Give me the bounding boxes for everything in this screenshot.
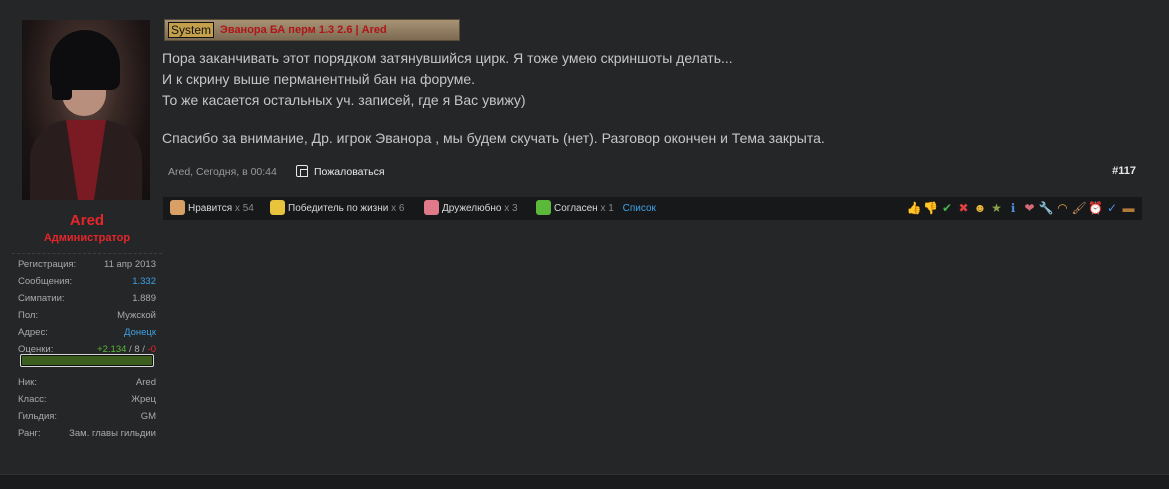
info-icon[interactable]: ℹ xyxy=(1006,201,1021,216)
stat-label: Адрес: xyxy=(18,327,48,338)
message-line: Пора заканчивать этот порядком затянувши… xyxy=(162,50,733,66)
user-title: Администратор xyxy=(43,232,131,244)
char-nick: Ник: Ared xyxy=(18,374,156,391)
char-guild: Гильдия: GM xyxy=(18,408,156,425)
char-class: Класс: Жрец xyxy=(18,391,156,408)
medal-icon[interactable]: ★ xyxy=(989,201,1004,216)
smiley-icon[interactable]: ☻ xyxy=(973,201,988,216)
stat-likes: Симпатии: 1.889 xyxy=(18,290,156,307)
checkmark-icon[interactable]: ✔ xyxy=(940,201,955,216)
stat-label: Симпатии: xyxy=(18,293,65,304)
chest-icon[interactable]: ▬ xyxy=(1121,201,1136,216)
heart-icon xyxy=(424,200,439,215)
stat-messages: Сообщения: 1.332 xyxy=(18,273,156,290)
rainbow-icon[interactable]: ◠ xyxy=(1055,201,1070,216)
reputation-bar-fill xyxy=(22,356,152,365)
like-summary-winner[interactable]: Победитель по жизни x 6 xyxy=(270,197,405,220)
cross-icon[interactable]: ✖ xyxy=(956,201,971,216)
avatar[interactable] xyxy=(22,20,150,200)
like-label: Дружелюбно xyxy=(442,203,502,214)
brush-icon[interactable]: 🖌 xyxy=(1072,201,1087,216)
report-icon xyxy=(296,165,308,177)
checkmark-icon xyxy=(536,200,551,215)
stat-registration: Регистрация: 11 апр 2013 xyxy=(18,256,156,273)
check-mark-blue-icon[interactable]: ✓ xyxy=(1105,201,1120,216)
thread-title[interactable]: Эванора БА перм 1.3 2.6 | Ared xyxy=(220,23,387,37)
stat-address: Адрес: Донецк xyxy=(18,324,156,341)
stat-value: 11 апр 2013 xyxy=(104,259,156,270)
stat-label: Регистрация: xyxy=(18,259,77,270)
report-button[interactable]: Пожаловаться xyxy=(296,164,385,180)
post-number[interactable]: #117 xyxy=(1112,165,1136,177)
post-meta[interactable]: Ared, Сегодня, в 00:44 xyxy=(168,165,277,179)
address-link[interactable]: Донецк xyxy=(124,324,156,341)
message-line: Спасибо за внимание, Др. игрок Эванора ,… xyxy=(162,130,825,146)
message-line: И к скрину выше перманентный бан на фору… xyxy=(162,71,476,87)
like-summary-likes[interactable]: Нравится x 54 xyxy=(170,197,254,220)
footer-bar xyxy=(0,474,1169,489)
like-summary-agree[interactable]: Согласен x 1 Список xyxy=(536,197,656,220)
stat-value: GM xyxy=(140,411,156,422)
thread-prefix[interactable]: System xyxy=(168,22,215,38)
like-label: Согласен xyxy=(554,203,598,214)
stat-value: Жрец xyxy=(131,394,156,405)
like-count: x 3 xyxy=(504,203,518,214)
stat-label: Сообщения: xyxy=(18,276,73,287)
stat-label: Ник: xyxy=(18,377,37,388)
stat-label: Класс: xyxy=(18,394,47,405)
thumbs-down-icon[interactable]: 👎 xyxy=(923,201,938,216)
like-count: x 6 xyxy=(391,203,405,214)
thumbs-up-icon[interactable]: 👍 xyxy=(907,201,922,216)
stat-value: 1.889 xyxy=(132,293,156,304)
messages-link[interactable]: 1.332 xyxy=(132,273,156,290)
like-label: Нравится xyxy=(188,203,233,214)
likes-bar: Нравится x 54 Победитель по жизни x 6 Др… xyxy=(163,197,1142,220)
heart-icon[interactable]: ❤ xyxy=(1022,201,1037,216)
username[interactable]: Ared xyxy=(12,212,162,229)
thread-title-banner: System Эванора БА перм 1.3 2.6 | Ared xyxy=(164,19,460,41)
stat-label: Гильдия: xyxy=(18,411,58,422)
wrench-icon[interactable]: 🔧 xyxy=(1039,201,1054,216)
like-count: x 1 xyxy=(600,203,614,214)
stat-value: Зам. главы гильдии xyxy=(69,428,156,439)
reputation-bar xyxy=(20,354,154,367)
rating-buttons: 👍 👎 ✔ ✖ ☻ ★ ℹ ❤ 🔧 ◠ 🖌⏰ ✓ ▬ xyxy=(905,201,1136,217)
divider xyxy=(12,253,162,254)
like-summary-friendly[interactable]: Дружелюбно x 3 xyxy=(424,197,518,220)
alarm-clock-icon[interactable]: ⏰ xyxy=(1088,201,1103,216)
stat-value: Мужской xyxy=(117,310,156,321)
message-line: То же касается остальных уч. записей, гд… xyxy=(162,92,526,108)
stat-label: Пол: xyxy=(18,310,39,321)
thumbs-up-icon xyxy=(170,200,185,215)
like-label: Победитель по жизни xyxy=(288,203,389,214)
star-icon xyxy=(270,200,285,215)
stat-gender: Пол: Мужской xyxy=(18,307,156,324)
stat-value: Ared xyxy=(135,377,156,388)
char-rank: Ранг: Зам. главы гильдии xyxy=(18,425,156,442)
likes-list-link[interactable]: Список xyxy=(623,203,656,214)
post-container: Ared Администратор Регистрация: 11 апр 2… xyxy=(0,0,1169,474)
like-count: x 54 xyxy=(234,203,254,214)
report-label: Пожаловаться xyxy=(314,166,385,178)
stat-label: Ранг: xyxy=(18,428,41,439)
